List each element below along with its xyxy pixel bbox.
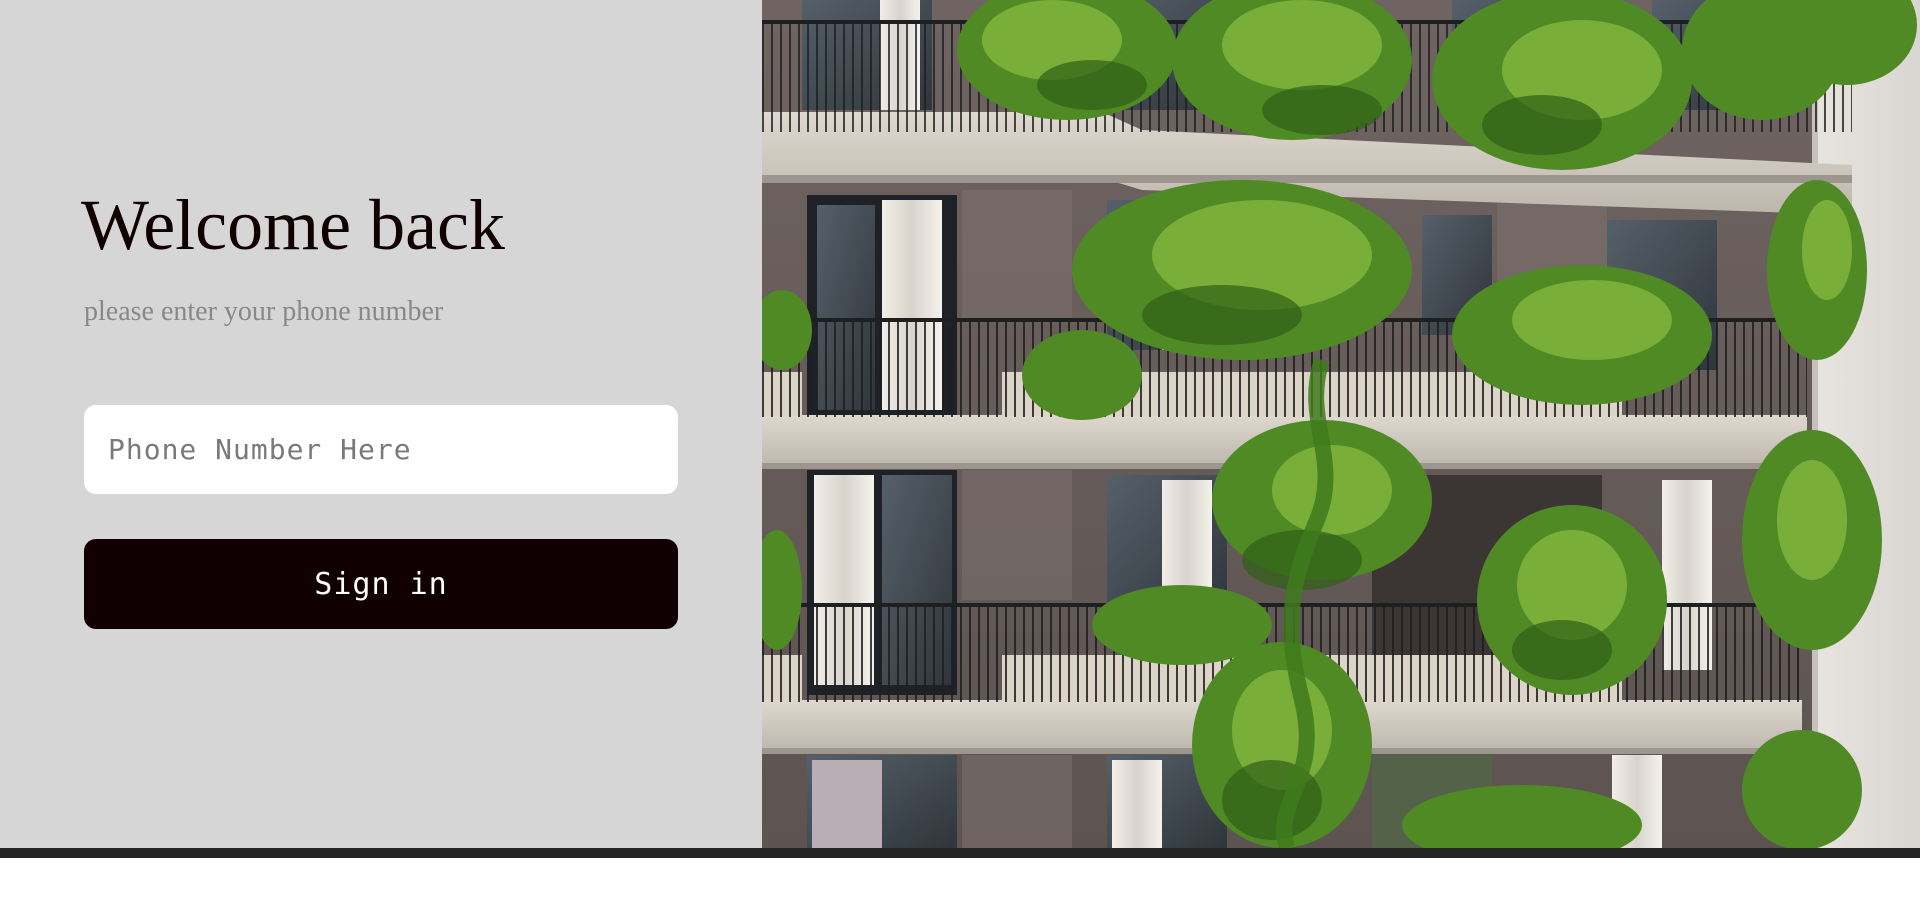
login-page: Welcome back please enter your phone num… — [0, 0, 1920, 900]
sign-in-button[interactable]: Sign in — [84, 539, 678, 629]
page-subtitle: please enter your phone number — [84, 296, 444, 327]
footer-bar — [0, 848, 1920, 858]
hero-image — [762, 0, 1920, 848]
phone-number-input[interactable] — [84, 405, 678, 494]
page-title: Welcome back — [81, 185, 505, 265]
login-panel: Welcome back please enter your phone num… — [0, 0, 762, 848]
